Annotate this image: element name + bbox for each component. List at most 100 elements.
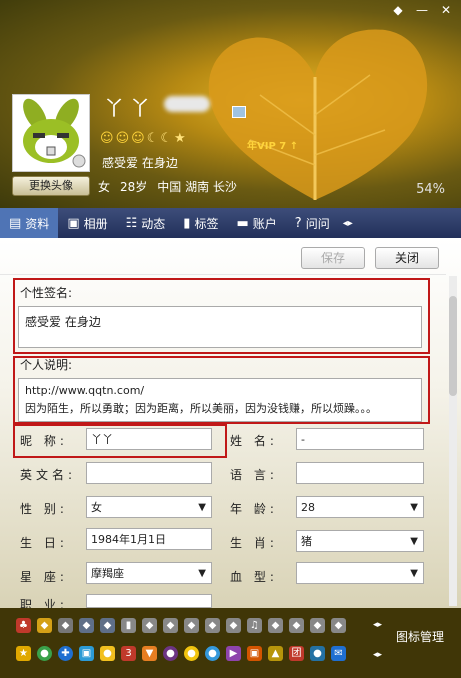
tab-label: 相册 — [83, 216, 108, 231]
tab-tags[interactable]: ▮ 标签 — [174, 208, 227, 238]
game-3-icon[interactable]: 3 — [121, 646, 136, 661]
form-scrollbar[interactable] — [449, 276, 457, 606]
close-button[interactable]: 关闭 — [375, 247, 439, 269]
music-player-icon[interactable]: ● — [205, 646, 220, 661]
chevron-down-icon[interactable]: ▼ — [198, 497, 206, 519]
nickname-field[interactable]: 丫丫 — [86, 428, 212, 450]
signature-label: 个性签名: — [20, 286, 73, 300]
save-button[interactable]: 保存 — [301, 247, 365, 269]
chat-bubble-icon[interactable]: ● — [37, 646, 52, 661]
diamond-icon[interactable]: ◆ — [289, 618, 304, 633]
qq-zone-icon[interactable]: ✚ — [58, 646, 73, 661]
description-line: http://www.qqtn.com/ — [25, 384, 145, 397]
blood-type-select[interactable]: ▼ — [296, 562, 424, 584]
icon-row-2: ★ ● ✚ ▣ ● 3 ▼ ● ● ● ▶ ▣ ▲ 团 ● ✉ — [16, 646, 346, 661]
gender-label: 性 别: — [20, 502, 68, 516]
face-icon[interactable]: ● — [163, 646, 178, 661]
pet-icon[interactable]: ● — [100, 646, 115, 661]
window-controls: ◆ — ✕ — [387, 2, 457, 20]
phone-icon[interactable]: ▮ — [121, 618, 136, 633]
diamond-icon[interactable]: ◆ — [205, 618, 220, 633]
chevron-down-icon[interactable]: ▼ — [410, 563, 418, 585]
description-label: 个人说明: — [20, 358, 73, 372]
age-select[interactable]: 28 ▼ — [296, 496, 424, 518]
close-window-button[interactable]: ✕ — [435, 2, 457, 19]
chevron-down-icon[interactable]: ▼ — [198, 563, 206, 585]
tab-scroll-arrows[interactable]: ◂▸ — [339, 208, 357, 238]
diamond-icon[interactable]: ◆ — [142, 618, 157, 633]
chevron-down-icon[interactable]: ▼ — [410, 497, 418, 519]
car-icon[interactable]: ◆ — [37, 618, 52, 633]
scrollbar-thumb[interactable] — [449, 296, 457, 396]
english-name-field[interactable] — [86, 462, 212, 484]
diamond-icon[interactable]: ◆ — [79, 618, 94, 633]
tab-wenwen[interactable]: ? 问问 — [286, 208, 339, 238]
tab-feed[interactable]: ☷ 动态 — [117, 208, 175, 238]
profile-window: ◆ — ✕ 更换头像 丫丫 ☺ ☺ ☺ ☾ ☾ ★ 年VIP 7 ↑ 感受爱 在… — [0, 0, 461, 678]
birthday-field[interactable]: 1984年1月1日 — [86, 528, 212, 550]
location-text: 中国 湖南 长沙 — [157, 180, 237, 194]
tab-account[interactable]: ▬ 账户 — [227, 208, 285, 238]
profile-card-icon: ▤ — [9, 215, 22, 231]
tab-label: 问问 — [305, 216, 330, 231]
signature-input[interactable]: 感受爱 在身边 — [18, 306, 422, 348]
tab-label: 标签 — [194, 216, 219, 231]
leaf-background-art — [208, 29, 428, 201]
profile-nickname: 丫丫 — [104, 96, 156, 120]
avatar[interactable] — [12, 94, 90, 172]
diamond-icon[interactable]: ◆ — [310, 618, 325, 633]
mail-icon[interactable]: ✉ — [331, 646, 346, 661]
qq-zone-icon[interactable] — [232, 106, 246, 118]
star-icon[interactable]: ★ — [16, 646, 31, 661]
diamond-icon[interactable]: ◆ — [100, 618, 115, 633]
gift-icon[interactable]: ▣ — [247, 646, 262, 661]
diamond-icon[interactable]: ◆ — [184, 618, 199, 633]
change-avatar-button[interactable]: 更换头像 — [12, 176, 90, 196]
description-input[interactable]: http://www.qqtn.com/ 因为陌生，所以勇敢；因为距离，所以美丽… — [18, 378, 422, 422]
description-line: 因为陌生，所以勇敢；因为距离，所以美丽，因为没钱赚，所以烦躁。。。 — [25, 402, 377, 415]
diamond-icon[interactable]: ◆ — [268, 618, 283, 633]
icon-row-1-arrows[interactable]: ◂▸ — [373, 620, 382, 630]
constellation-select[interactable]: 摩羯座 ▼ — [86, 562, 212, 584]
chevron-down-icon[interactable]: ▼ — [410, 531, 418, 553]
video-icon[interactable]: ▶ — [226, 646, 241, 661]
name-field[interactable]: - — [296, 428, 424, 450]
tab-profile[interactable]: ▤ 资料 — [0, 208, 59, 238]
diamond-icon[interactable]: ◆ — [163, 618, 178, 633]
friend-icon[interactable]: ● — [310, 646, 325, 661]
language-label: 语 言: — [230, 468, 278, 482]
form-toolbar: 保存 关闭 — [0, 238, 446, 275]
level-icons[interactable]: ☺ ☺ ☺ ☾ ☾ ★ — [100, 131, 186, 146]
blood-type-label: 血 型: — [230, 570, 278, 584]
icon-manage-link[interactable]: 图标管理 — [396, 628, 444, 645]
gender-select[interactable]: 女 ▼ — [86, 496, 212, 518]
name-label: 姓 名: — [230, 434, 278, 448]
minimize-button[interactable]: — — [411, 2, 433, 19]
house-icon[interactable]: ▲ — [268, 646, 283, 661]
penguin-icon[interactable]: ● — [184, 646, 199, 661]
profile-header: ◆ — ✕ 更换头像 丫丫 ☺ ☺ ☺ ☾ ☾ ★ 年VIP 7 ↑ 感受爱 在… — [0, 0, 461, 208]
diamond-icon[interactable]: ◆ — [331, 618, 346, 633]
tab-album[interactable]: ▣ 相册 — [58, 208, 116, 238]
app-icon[interactable]: ▣ — [79, 646, 94, 661]
photo-album-icon: ▣ — [67, 215, 80, 231]
moon-level-icon: ☾ — [146, 131, 159, 146]
sun-level-icon: ☺ — [100, 131, 114, 146]
language-field[interactable] — [296, 462, 424, 484]
music-icon[interactable]: ♫ — [247, 618, 262, 633]
shield-icon[interactable]: ▼ — [142, 646, 157, 661]
vip-badge[interactable]: 年VIP 7 ↑ — [247, 137, 298, 152]
skin-icon[interactable]: ◆ — [387, 2, 409, 19]
basic-info-line: 女 28岁 中国 湖南 长沙 — [98, 178, 237, 195]
qq-show-icon[interactable]: ♣ — [16, 618, 31, 633]
game-icon[interactable]: ◆ — [58, 618, 73, 633]
sun-level-icon: ☺ — [131, 131, 145, 146]
occupation-field[interactable] — [86, 594, 212, 608]
group-icon[interactable]: 团 — [289, 646, 304, 661]
bird-icon[interactable]: ◆ — [226, 618, 241, 633]
age-select-value: 28 — [301, 501, 315, 514]
icon-row-2-arrows[interactable]: ◂▸ — [373, 650, 382, 660]
zodiac-select[interactable]: 猪 ▼ — [296, 530, 424, 552]
tab-label: 资料 — [25, 216, 50, 231]
star-level-icon: ★ — [174, 131, 186, 146]
